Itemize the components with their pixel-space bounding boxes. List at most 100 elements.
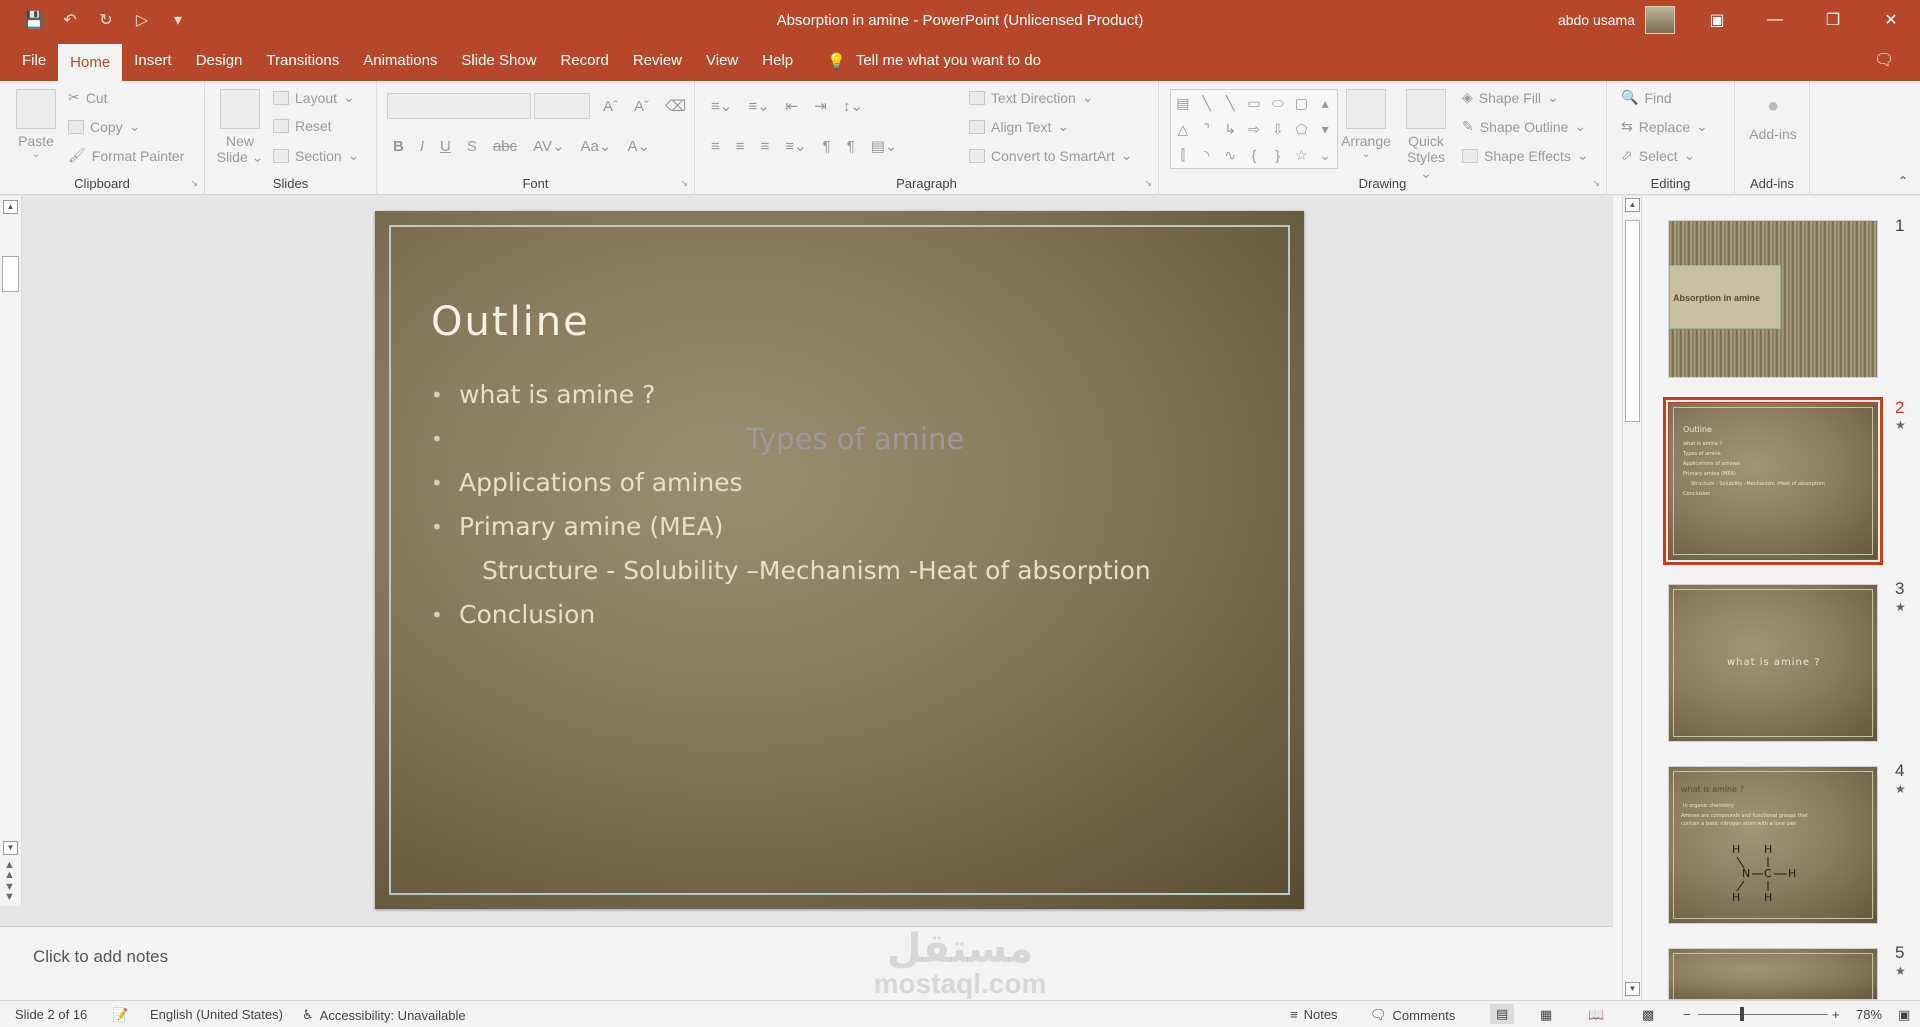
layout-button[interactable]: Layout ⌄ — [273, 89, 355, 106]
align-center-icon[interactable]: ≡ — [736, 138, 745, 155]
align-right-icon[interactable]: ≡ — [761, 138, 770, 155]
notes-placeholder[interactable]: Click to add notes — [33, 947, 168, 967]
dialog-launcher-icon[interactable]: ↘ — [1144, 178, 1152, 189]
curve-shape-icon[interactable]: ∿ — [1218, 147, 1242, 164]
notes-toggle-button[interactable]: ≡ Notes — [1290, 1007, 1338, 1022]
star-shape-icon[interactable]: ☆ — [1290, 147, 1314, 164]
tab-file[interactable]: File — [10, 40, 58, 81]
tab-animations[interactable]: Animations — [351, 40, 449, 81]
tab-review[interactable]: Review — [621, 40, 694, 81]
font-color-icon[interactable]: A⌄ — [627, 137, 650, 155]
slide-show-icon[interactable]: ▩ — [1642, 1007, 1654, 1023]
italic-icon[interactable]: I — [420, 138, 424, 155]
character-spacing-icon[interactable]: AV⌄ — [533, 137, 564, 155]
clear-formatting-icon[interactable]: ⌫ — [665, 97, 686, 115]
lightning-shape-icon[interactable]: ⫿ — [1171, 147, 1195, 164]
dialog-launcher-icon[interactable]: ↘ — [190, 178, 198, 189]
slide-thumbnail-5[interactable] — [1668, 948, 1878, 1000]
tab-insert[interactable]: Insert — [122, 40, 184, 81]
gallery-up-icon[interactable]: ▴ — [1313, 95, 1337, 112]
bullets-icon[interactable]: ≡⌄ — [711, 97, 732, 115]
decrease-indent-icon[interactable]: ⇤ — [786, 97, 799, 115]
reading-view-icon[interactable]: 📖 — [1588, 1007, 1604, 1023]
gallery-down-icon[interactable]: ▾ — [1313, 121, 1337, 138]
scroll-down-icon[interactable]: ▼ — [3, 841, 18, 855]
strikethrough-icon[interactable]: abc — [493, 138, 517, 155]
zoom-slider-thumb[interactable] — [1740, 1007, 1744, 1021]
shadow-icon[interactable]: S — [467, 138, 477, 155]
numbering-icon[interactable]: ≡⌄ — [748, 97, 769, 115]
accessibility-status[interactable]: ♿ Accessibility: Unavailable — [302, 1007, 466, 1023]
right-arrow-shape-icon[interactable]: ⇨ — [1242, 121, 1266, 138]
bold-icon[interactable]: B — [393, 138, 404, 155]
undo-icon[interactable]: ↶ — [58, 8, 82, 32]
notes-pane[interactable]: Click to add notes مستقل mostaql.com — [0, 926, 1613, 1000]
paste-button[interactable]: Paste ⌄ — [14, 89, 58, 160]
tab-record[interactable]: Record — [548, 40, 620, 81]
elbow-arrow-icon[interactable]: ↳ — [1218, 121, 1242, 138]
save-icon[interactable]: 💾 — [22, 8, 46, 32]
format-painter-button[interactable]: 🖌 Format Painter — [68, 147, 184, 164]
elbow-connector-icon[interactable]: ⌝ — [1195, 121, 1219, 138]
tell-me-search[interactable]: 💡 Tell me what you want to do — [827, 40, 1041, 81]
slide-sorter-icon[interactable]: ▦ — [1540, 1007, 1552, 1023]
gallery-more-icon[interactable]: ⌄ — [1313, 147, 1337, 164]
reset-button[interactable]: Reset — [273, 118, 332, 134]
tab-view[interactable]: View — [694, 40, 750, 81]
current-slide[interactable]: Outline what is amine ? Types of amine A… — [375, 211, 1304, 909]
cut-button[interactable]: ✂ Cut — [68, 89, 108, 106]
slide-content-placeholder[interactable]: what is amine ? Types of amine Applicati… — [431, 373, 1251, 637]
previous-slide-icon[interactable]: ▲ ▲ — [4, 860, 15, 881]
start-from-beginning-icon[interactable]: ▷ — [130, 8, 154, 32]
slide-scrollbar[interactable]: ▲ ▼ ▲ ▲ ▼ ▼ — [0, 196, 22, 906]
fit-to-window-icon[interactable]: ▣ — [1898, 1007, 1910, 1023]
find-button[interactable]: 🔍 Find — [1621, 89, 1672, 106]
line-spacing-icon[interactable]: ↕⌄ — [843, 97, 863, 115]
rectangle-shape-icon[interactable]: ▭ — [1242, 95, 1266, 112]
ribbon-display-icon[interactable]: ▣ — [1688, 0, 1746, 40]
collapse-ribbon-icon[interactable]: ⌃ — [1898, 174, 1908, 188]
line-shape-icon[interactable]: ╲ — [1218, 95, 1242, 112]
change-case-icon[interactable]: Aa⌄ — [581, 137, 612, 155]
slide-counter[interactable]: Slide 2 of 16 — [15, 1007, 87, 1022]
customize-icon[interactable]: ▾ — [166, 8, 190, 32]
thumbnails-scrollbar[interactable]: ▲ ▼ — [1622, 196, 1642, 1000]
zoom-out-icon[interactable]: − — [1683, 1007, 1691, 1022]
align-left-icon[interactable]: ≡ — [711, 138, 720, 155]
columns-icon[interactable]: ▤⌄ — [871, 137, 898, 155]
text-direction-button[interactable]: Text Direction ⌄ — [969, 89, 1094, 106]
shape-fill-button[interactable]: ◈ Shape Fill ⌄ — [1462, 89, 1559, 106]
line-shape-icon[interactable]: ╲ — [1195, 95, 1219, 112]
slide-title[interactable]: Outline — [431, 299, 590, 345]
arrange-button[interactable]: Arrange ⌄ — [1340, 89, 1392, 160]
addins-button[interactable]: ● Add-ins — [1743, 95, 1803, 142]
ltr-icon[interactable]: ¶ — [823, 138, 831, 155]
comments-icon[interactable]: 🗨 — [1874, 50, 1898, 70]
slide-thumbnail-2[interactable]: Outline what is amine ? Types of amine A… — [1663, 397, 1883, 565]
shapes-gallery[interactable]: ▤ ╲ ╲ ▭ ⬭ ▢ ▴ △ ⌝ ↳ ⇨ ⇩ ⬠ ▾ ⫿ ◝ ∿ { } ☆ … — [1170, 89, 1338, 169]
zoom-level[interactable]: 78% — [1856, 1007, 1882, 1022]
scroll-thumb[interactable] — [1625, 220, 1640, 422]
oval-shape-icon[interactable]: ⬭ — [1266, 95, 1290, 112]
new-slide-button[interactable]: New Slide ⌄ — [215, 89, 265, 166]
pentagon-shape-icon[interactable]: ⬠ — [1290, 121, 1314, 138]
convert-smartart-button[interactable]: Convert to SmartArt ⌄ — [969, 147, 1132, 164]
arc-shape-icon[interactable]: ◝ — [1195, 147, 1219, 164]
avatar[interactable] — [1645, 6, 1675, 34]
shape-effects-button[interactable]: Shape Effects ⌄ — [1462, 147, 1589, 164]
select-button[interactable]: ⬀ Select ⌄ — [1621, 147, 1695, 164]
tab-design[interactable]: Design — [184, 40, 255, 81]
zoom-in-icon[interactable]: + — [1832, 1007, 1840, 1022]
next-slide-icon[interactable]: ▼ ▼ — [4, 882, 15, 903]
rtl-icon[interactable]: ¶ — [847, 138, 855, 155]
scroll-thumb[interactable] — [2, 256, 19, 292]
tab-home[interactable]: Home — [58, 44, 123, 81]
close-icon[interactable]: ✕ — [1862, 0, 1920, 40]
font-size-combo[interactable] — [534, 93, 590, 119]
dialog-launcher-icon[interactable]: ↘ — [680, 178, 688, 189]
replace-button[interactable]: ⇆ Replace ⌄ — [1621, 118, 1708, 135]
justify-icon[interactable]: ≡⌄ — [785, 137, 806, 155]
spelling-icon[interactable]: 📝 — [112, 1007, 128, 1023]
grow-font-icon[interactable]: Aˆ — [603, 98, 618, 115]
triangle-shape-icon[interactable]: △ — [1171, 121, 1195, 138]
